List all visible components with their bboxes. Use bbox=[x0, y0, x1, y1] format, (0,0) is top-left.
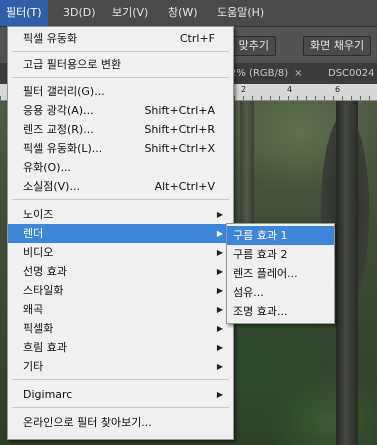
menu-item-oil-paint[interactable]: 유화(O)... bbox=[8, 158, 233, 177]
menu-item-sharpen[interactable]: 선명 효과 ▶ bbox=[8, 262, 233, 281]
menu-item-label: 온라인으로 필터 찾아보기... bbox=[23, 416, 152, 429]
menu-item-convert-smart-filter[interactable]: 고급 필터용으로 변환 bbox=[8, 55, 233, 74]
menu-item-label: 픽셀 유동화(L)... bbox=[23, 142, 103, 155]
menu-item-label: 필터 갤러리(G)... bbox=[23, 85, 105, 98]
submenu-arrow-icon: ▶ bbox=[216, 248, 223, 257]
menu-filter[interactable]: 필터(T) bbox=[0, 0, 48, 26]
menu-item-blur[interactable]: 흐림 효과 ▶ bbox=[8, 338, 233, 357]
menu-item-label: 비디오 bbox=[23, 246, 54, 259]
submenu-item-lens-flare[interactable]: 렌즈 플레어... bbox=[227, 264, 334, 283]
submenu-arrow-icon: ▶ bbox=[216, 210, 223, 219]
menu-item-last-filter[interactable]: 픽셀 유동화 Ctrl+F bbox=[8, 29, 233, 48]
menu-help[interactable]: 도움말(H) bbox=[211, 0, 270, 26]
submenu-item-clouds[interactable]: 구름 효과 1 bbox=[227, 226, 334, 245]
menu-item-label: 고급 필터용으로 변환 bbox=[23, 58, 122, 71]
menu-item-adaptive-wide-angle[interactable]: 응용 광각(A)... Shift+Ctrl+A bbox=[8, 101, 233, 120]
menu-item-label: 렌즈 교정(R)... bbox=[23, 123, 94, 136]
menu-item-label: 흐림 효과 bbox=[23, 341, 67, 354]
menu-view[interactable]: 보기(V) bbox=[106, 0, 154, 26]
submenu-item-label: 렌즈 플레어... bbox=[233, 267, 298, 280]
menu-item-video[interactable]: 비디오 ▶ bbox=[8, 243, 233, 262]
menu-item-pixelate[interactable]: 픽셀화 ▶ bbox=[8, 319, 233, 338]
menu-separator bbox=[12, 199, 229, 200]
menu-item-label: 선명 효과 bbox=[23, 265, 67, 278]
app-menubar: 필터(T) 3D(D) 보기(V) 창(W) 도움말(H) bbox=[0, 0, 377, 27]
submenu-item-label: 조명 효과... bbox=[233, 305, 288, 318]
menu-item-label: Digimarc bbox=[23, 388, 73, 401]
menu-item-stylize[interactable]: 스타일화 ▶ bbox=[8, 281, 233, 300]
tab-document-2[interactable]: DSC0024 bbox=[322, 64, 377, 84]
shortcut-text: Shift+Ctrl+X bbox=[144, 142, 215, 155]
shortcut-text: Ctrl+F bbox=[179, 32, 215, 45]
submenu-item-difference-clouds[interactable]: 구름 효과 2 bbox=[227, 245, 334, 264]
fill-screen-button[interactable]: 화면 채우기 bbox=[303, 36, 372, 56]
menu-item-filter-gallery[interactable]: 필터 갤러리(G)... bbox=[8, 82, 233, 101]
menu-item-label: 기타 bbox=[23, 360, 44, 373]
menu-separator bbox=[12, 407, 229, 408]
tab-label: 2% (RGB/8) bbox=[230, 68, 289, 79]
ruler-label: 6 bbox=[335, 85, 341, 94]
shortcut-text: Alt+Ctrl+V bbox=[154, 180, 215, 193]
submenu-item-label: 구름 효과 1 bbox=[233, 229, 288, 242]
menu-window[interactable]: 창(W) bbox=[162, 0, 204, 26]
menu-item-label: 렌더 bbox=[23, 227, 44, 240]
submenu-arrow-icon: ▶ bbox=[216, 229, 223, 238]
tab-document-1[interactable]: 2% (RGB/8) × bbox=[224, 64, 309, 84]
submenu-item-fibers[interactable]: 섬유... bbox=[227, 283, 334, 302]
shortcut-text: Shift+Ctrl+R bbox=[144, 123, 215, 136]
menu-item-liquify[interactable]: 픽셀 유동화(L)... Shift+Ctrl+X bbox=[8, 139, 233, 158]
submenu-arrow-icon: ▶ bbox=[216, 324, 223, 333]
menu-item-other[interactable]: 기타 ▶ bbox=[8, 357, 233, 376]
render-submenu: 구름 효과 1 구름 효과 2 렌즈 플레어... 섬유... 조명 효과... bbox=[226, 223, 335, 324]
submenu-arrow-icon: ▶ bbox=[216, 343, 223, 352]
submenu-arrow-icon: ▶ bbox=[216, 362, 223, 371]
submenu-arrow-icon: ▶ bbox=[216, 305, 223, 314]
submenu-item-label: 구름 효과 2 bbox=[233, 248, 288, 261]
menu-item-lens-correction[interactable]: 렌즈 교정(R)... Shift+Ctrl+R bbox=[8, 120, 233, 139]
menu-item-label: 유화(O)... bbox=[23, 161, 71, 174]
ruler-label: 4 bbox=[287, 85, 293, 94]
menu-item-label: 픽셀 유동화 bbox=[23, 32, 78, 45]
submenu-item-lighting-effects[interactable]: 조명 효과... bbox=[227, 302, 334, 321]
menu-separator bbox=[12, 77, 229, 78]
menu-separator bbox=[12, 379, 229, 380]
menu-item-browse-filters-online[interactable]: 온라인으로 필터 찾아보기... bbox=[8, 413, 233, 432]
ruler-label: 2 bbox=[241, 85, 247, 94]
menu-item-digimarc[interactable]: Digimarc ▶ bbox=[8, 385, 233, 404]
menu-item-label: 소실점(V)... bbox=[23, 180, 80, 193]
menu-item-label: 노이즈 bbox=[23, 208, 54, 221]
filter-menu: 픽셀 유동화 Ctrl+F 고급 필터용으로 변환 필터 갤러리(G)... 응… bbox=[7, 26, 234, 440]
menu-item-label: 왜곡 bbox=[23, 303, 44, 316]
menu-3d[interactable]: 3D(D) bbox=[57, 0, 102, 26]
close-icon[interactable]: × bbox=[294, 68, 302, 79]
shortcut-text: Shift+Ctrl+A bbox=[144, 104, 215, 117]
submenu-arrow-icon: ▶ bbox=[216, 267, 223, 276]
menu-item-label: 픽셀화 bbox=[23, 322, 54, 335]
menu-item-vanishing-point[interactable]: 소실점(V)... Alt+Ctrl+V bbox=[8, 177, 233, 196]
menu-item-label: 스타일화 bbox=[23, 284, 64, 297]
menu-item-distort[interactable]: 왜곡 ▶ bbox=[8, 300, 233, 319]
submenu-arrow-icon: ▶ bbox=[216, 390, 223, 399]
menu-item-noise[interactable]: 노이즈 ▶ bbox=[8, 205, 233, 224]
tab-label: DSC0024 bbox=[328, 68, 375, 79]
submenu-arrow-icon: ▶ bbox=[216, 286, 223, 295]
tree-trunk bbox=[336, 101, 358, 445]
submenu-item-label: 섬유... bbox=[233, 286, 264, 299]
menu-item-render[interactable]: 렌더 ▶ bbox=[8, 224, 233, 243]
menu-separator bbox=[12, 51, 229, 52]
menu-item-label: 응용 광각(A)... bbox=[23, 104, 94, 117]
